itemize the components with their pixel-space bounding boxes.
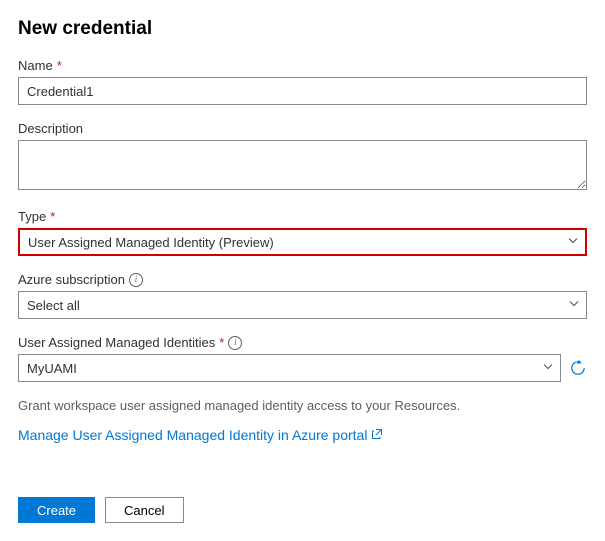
name-label: Name: [18, 58, 53, 73]
subscription-label: Azure subscription: [18, 272, 125, 287]
description-field: Description: [18, 121, 587, 193]
description-input[interactable]: [18, 140, 587, 190]
type-select[interactable]: User Assigned Managed Identity (Preview): [18, 228, 587, 256]
identities-field: User Assigned Managed Identities * i MyU…: [18, 335, 587, 382]
subscription-select[interactable]: Select all: [18, 291, 587, 319]
cancel-button[interactable]: Cancel: [105, 497, 183, 523]
chevron-down-icon: [568, 298, 580, 313]
identities-select-value: MyUAMI: [27, 361, 77, 376]
create-button[interactable]: Create: [18, 497, 95, 523]
required-indicator: *: [57, 58, 62, 73]
identities-label: User Assigned Managed Identities: [18, 335, 215, 350]
helper-text: Grant workspace user assigned managed id…: [18, 398, 587, 413]
info-icon[interactable]: i: [129, 273, 143, 287]
chevron-down-icon: [567, 235, 579, 250]
identities-select[interactable]: MyUAMI: [18, 354, 561, 382]
description-label: Description: [18, 121, 83, 136]
name-input[interactable]: [18, 77, 587, 105]
subscription-select-value: Select all: [27, 298, 80, 313]
type-field: Type * User Assigned Managed Identity (P…: [18, 209, 587, 256]
manage-identity-link[interactable]: Manage User Assigned Managed Identity in…: [18, 427, 383, 443]
required-indicator: *: [219, 335, 224, 350]
subscription-field: Azure subscription i Select all: [18, 272, 587, 319]
type-label: Type: [18, 209, 46, 224]
required-indicator: *: [50, 209, 55, 224]
page-title: New credential: [18, 18, 587, 40]
link-text: Manage User Assigned Managed Identity in…: [18, 427, 367, 443]
button-row: Create Cancel: [18, 497, 587, 523]
refresh-icon[interactable]: [569, 359, 587, 377]
chevron-down-icon: [542, 361, 554, 376]
name-field: Name *: [18, 58, 587, 105]
type-select-value: User Assigned Managed Identity (Preview): [28, 235, 274, 250]
external-link-icon: [371, 427, 383, 443]
info-icon[interactable]: i: [228, 336, 242, 350]
